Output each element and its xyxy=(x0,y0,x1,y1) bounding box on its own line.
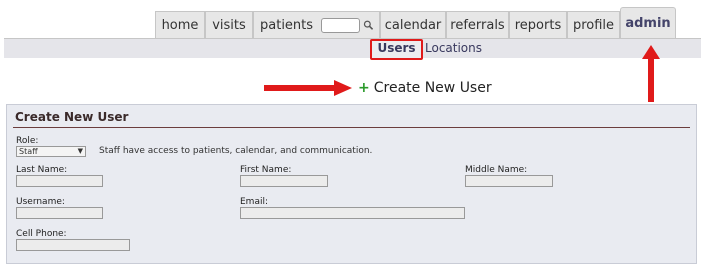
tab-label: referrals xyxy=(450,17,505,33)
last-name-label: Last Name: xyxy=(16,165,68,175)
chevron-down-icon: ▼ xyxy=(77,147,83,155)
tab-label: calendar xyxy=(384,17,442,33)
tab-patients[interactable]: patients xyxy=(253,11,380,38)
divider xyxy=(13,127,690,128)
tab-home[interactable]: home xyxy=(155,11,205,38)
tab-calendar[interactable]: calendar xyxy=(380,11,446,38)
plus-icon: + xyxy=(358,80,370,96)
main-nav: home visits patients calendar referrals … xyxy=(0,0,705,40)
subnav-users[interactable]: Users xyxy=(370,39,423,60)
middle-name-label: Middle Name: xyxy=(465,165,528,175)
search-icon[interactable] xyxy=(363,19,373,31)
tab-label: profile xyxy=(572,17,615,33)
tab-referrals[interactable]: referrals xyxy=(446,11,509,38)
tab-label: reports xyxy=(514,17,562,33)
subnav-locations[interactable]: Locations xyxy=(425,40,482,57)
first-name-label: First Name: xyxy=(240,165,292,175)
last-name-field[interactable] xyxy=(16,175,103,187)
tab-label: admin xyxy=(625,16,671,31)
create-user-panel: Create New User Role: Staff ▼ Staff have… xyxy=(6,104,697,264)
tab-label: home xyxy=(161,17,199,33)
tab-profile[interactable]: profile xyxy=(567,11,620,38)
tab-label: patients xyxy=(260,17,314,33)
cell-phone-label: Cell Phone: xyxy=(16,229,67,239)
create-link-label: Create New User xyxy=(373,80,492,96)
tab-visits[interactable]: visits xyxy=(205,11,253,38)
tab-label: visits xyxy=(212,17,246,33)
middle-name-field[interactable] xyxy=(465,175,553,187)
tab-reports[interactable]: reports xyxy=(509,11,567,38)
panel-title: Create New User xyxy=(15,110,129,124)
role-hint: Staff have access to patients, calendar,… xyxy=(99,146,373,156)
role-select-value: Staff xyxy=(19,147,38,156)
role-label: Role: xyxy=(16,136,39,146)
create-new-user-link[interactable]: + Create New User xyxy=(358,80,492,96)
patient-search-input[interactable] xyxy=(321,17,360,33)
first-name-field[interactable] xyxy=(240,175,328,187)
username-field[interactable] xyxy=(16,207,103,219)
tab-admin[interactable]: admin xyxy=(620,7,676,39)
email-field[interactable] xyxy=(240,207,465,219)
up-arrow-annotation xyxy=(642,45,660,102)
sub-nav: Users Locations xyxy=(4,38,701,60)
right-arrow-annotation xyxy=(264,80,352,96)
cell-phone-field[interactable] xyxy=(16,239,130,251)
role-select[interactable]: Staff ▼ xyxy=(16,146,86,157)
email-label: Email: xyxy=(240,197,269,207)
username-label: Username: xyxy=(16,197,65,207)
